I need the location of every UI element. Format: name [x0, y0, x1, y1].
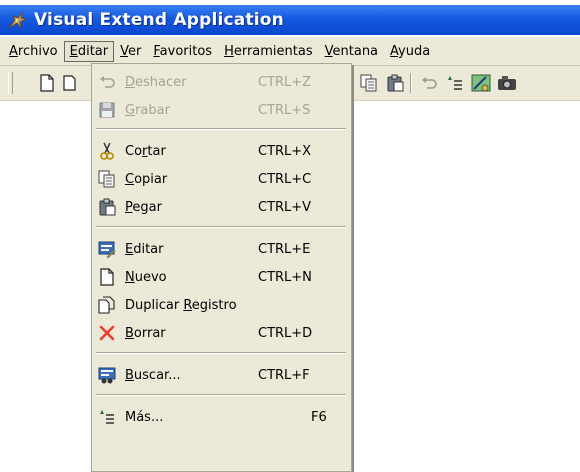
menu-item-shortcut: F6 [311, 409, 327, 425]
menu-item-editar[interactable]: Editar CTRL+E [92, 237, 351, 261]
menu-item-label: Nuevo [125, 269, 167, 285]
menu-ventana[interactable]: Ventana [319, 41, 384, 62]
menu-item-grabar[interactable]: Grabar CTRL+S [92, 98, 351, 122]
menu-item-copiar[interactable]: Copiar CTRL+C [92, 167, 351, 191]
menu-herramientas-rest: erramientas [233, 43, 313, 59]
menu-ver-mnemonic: V [120, 43, 129, 59]
menu-item-borrar[interactable]: Borrar CTRL+D [92, 321, 351, 345]
menu-ayuda-mnemonic: A [390, 43, 399, 59]
menu-archivo-mnemonic: A [9, 43, 18, 59]
menu-item-deshacer[interactable]: Deshacer CTRL+Z [92, 70, 351, 94]
more-options-icon [97, 407, 117, 427]
menu-bar: Archivo Editar Ver Favoritos Herramienta… [0, 37, 580, 66]
menu-item-nuevo[interactable]: Nuevo CTRL+N [92, 265, 351, 289]
menu-editar[interactable]: Editar [63, 40, 115, 62]
menu-item-shortcut: CTRL+F [258, 367, 310, 383]
more-options-icon[interactable] [444, 72, 466, 94]
menu-item-label: Cortar [125, 143, 166, 159]
app-logo-icon [6, 9, 28, 31]
copy-icon[interactable] [358, 72, 380, 94]
menu-item-duplicar-registro[interactable]: Duplicar Registro [92, 293, 351, 317]
menu-item-shortcut: CTRL+X [258, 143, 312, 159]
menu-separator [96, 352, 346, 354]
menu-item-label: Duplicar Registro [125, 297, 237, 313]
duplicate-icon [97, 295, 117, 315]
menu-separator [96, 226, 346, 228]
tools-icon[interactable] [470, 72, 492, 94]
menu-herramientas-mnemonic: H [224, 43, 234, 59]
menu-item-label: Editar [125, 241, 164, 257]
delete-x-icon [97, 323, 117, 343]
menu-separator [96, 128, 346, 130]
paste-icon[interactable] [384, 72, 406, 94]
undo-icon [97, 72, 117, 92]
paste-icon [97, 197, 117, 217]
search-binoculars-icon [97, 365, 117, 385]
menu-item-label: Más... [125, 409, 164, 425]
menu-item-shortcut: CTRL+C [258, 171, 312, 187]
menu-item-label: Grabar [125, 102, 170, 118]
menu-item-shortcut: CTRL+Z [258, 74, 312, 90]
menu-editar-mnemonic: E [69, 43, 78, 59]
menu-herramientas[interactable]: Herramientas [218, 41, 319, 62]
menu-ayuda-rest: yuda [398, 43, 431, 59]
menu-ayuda[interactable]: Ayuda [384, 41, 436, 62]
copy-icon [97, 169, 117, 189]
menu-item-mas[interactable]: Más... F6 [92, 405, 351, 429]
undo-icon[interactable] [418, 72, 440, 94]
new-document-icon [97, 267, 117, 287]
menu-item-label: Borrar [125, 325, 166, 341]
window-title: Visual Extend Application [34, 10, 284, 30]
menu-item-label: Pegar [125, 199, 162, 215]
save-icon [97, 100, 117, 120]
menu-item-cortar[interactable]: Cortar CTRL+X [92, 139, 351, 163]
menu-item-label: Deshacer [125, 74, 187, 90]
new-document-icon[interactable] [36, 72, 58, 94]
menu-item-label: Buscar... [125, 367, 181, 383]
copy-document-icon[interactable] [60, 72, 82, 94]
camera-icon[interactable] [496, 72, 518, 94]
menu-ver-rest: er [128, 43, 142, 59]
menu-ventana-rest: entana [332, 43, 379, 59]
toolbar-separator [410, 73, 412, 93]
title-bar[interactable]: Visual Extend Application [0, 5, 580, 35]
menu-ver[interactable]: Ver [114, 41, 147, 62]
menu-archivo[interactable]: Archivo [3, 41, 64, 62]
menu-separator [96, 394, 346, 396]
menu-item-buscar[interactable]: Buscar... CTRL+F [92, 363, 351, 387]
edit-menu-dropdown: Deshacer CTRL+Z Grabar CTRL+S Cortar CTR… [91, 63, 352, 472]
toolbar-grip[interactable] [8, 72, 13, 94]
menu-item-shortcut: CTRL+N [258, 269, 312, 285]
menu-item-shortcut: CTRL+S [258, 102, 311, 118]
menu-item-label: Copiar [125, 171, 168, 187]
scissors-icon [97, 141, 117, 161]
menu-archivo-rest: rchivo [17, 43, 58, 59]
menu-item-pegar[interactable]: Pegar CTRL+V [92, 195, 351, 219]
menu-ventana-mnemonic: V [324, 43, 333, 59]
menu-favoritos-rest: avoritos [159, 43, 213, 59]
menu-item-shortcut: CTRL+E [258, 241, 311, 257]
menu-item-shortcut: CTRL+V [258, 199, 312, 215]
menu-favoritos[interactable]: Favoritos [147, 41, 218, 62]
menu-item-shortcut: CTRL+D [258, 325, 313, 341]
menu-editar-rest: ditar [77, 43, 109, 59]
edit-form-icon [97, 239, 117, 259]
